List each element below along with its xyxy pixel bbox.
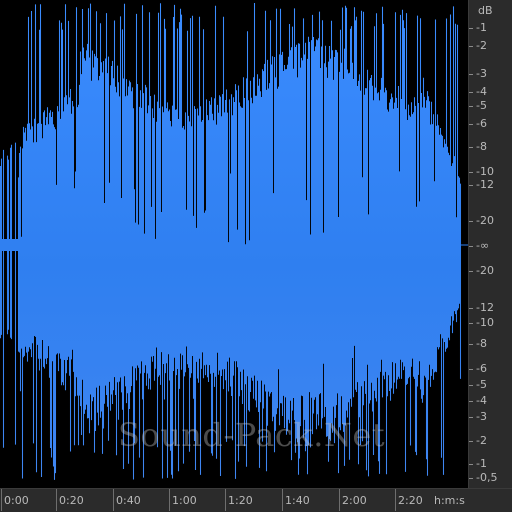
db-label: -8 (476, 140, 487, 153)
time-tick (113, 489, 114, 511)
db-tick (469, 92, 473, 93)
db-label: -4 (476, 394, 487, 407)
db-tick (469, 478, 473, 479)
time-unit-label: h:m:s (434, 494, 465, 507)
db-label: -12 (476, 178, 494, 191)
db-tick (469, 369, 473, 370)
db-tick (469, 401, 473, 402)
db-tick (469, 441, 473, 442)
time-label: 2:00 (342, 494, 367, 507)
db-tick (469, 464, 473, 465)
db-tick (469, 344, 473, 345)
db-tick (469, 323, 473, 324)
db-ruler: dB -1 -2 -3 -4 -5 -6 -8 -10 -12 -20 -∞ -20 -12 -10 -8-… (468, 0, 512, 488)
db-label: -5 (476, 378, 487, 391)
db-label: -1 (476, 457, 487, 470)
db-tick (469, 74, 473, 75)
audio-editor-view: dB -1 -2 -3 -4 -5 -6 -8 -10 -12 -20 -∞ -20 -12 -10 -8-… (0, 0, 512, 512)
db-tick (469, 246, 473, 247)
time-label: 1:20 (228, 494, 253, 507)
time-label: 2:20 (398, 494, 423, 507)
db-tick (469, 417, 473, 418)
time-tick (169, 489, 170, 511)
db-label: -12 (476, 301, 494, 314)
db-tick (469, 308, 473, 309)
db-tick (469, 46, 473, 47)
time-label: 0:00 (4, 494, 29, 507)
db-unit-label: dB (478, 4, 493, 17)
db-tick (469, 28, 473, 29)
db-tick (469, 124, 473, 125)
db-label: -4 (476, 85, 487, 98)
db-label: -10 (476, 165, 494, 178)
time-label: 1:00 (172, 494, 197, 507)
db-label: -2 (476, 39, 487, 52)
db-label: -20 (476, 214, 494, 227)
time-label: 1:40 (285, 494, 310, 507)
time-label: 0:40 (116, 494, 141, 507)
db-label: -∞ (476, 239, 490, 252)
db-label: -0,5 (476, 471, 498, 484)
db-tick (469, 147, 473, 148)
time-label: 0:20 (59, 494, 84, 507)
db-label: -6 (476, 117, 487, 130)
db-label: -2 (476, 434, 487, 447)
time-tick (395, 489, 396, 511)
time-ruler[interactable]: h:m:s 0:00 0:20 0:40 1:00 1:20 1:40 2:00 2:20 (0, 488, 512, 512)
db-tick (469, 185, 473, 186)
db-label: -5 (476, 99, 487, 112)
waveform-display[interactable] (0, 0, 468, 488)
db-label: -10 (476, 316, 494, 329)
db-label: -3 (476, 410, 487, 423)
db-label: -1 (476, 21, 487, 34)
db-tick (469, 106, 473, 107)
db-label: -6 (476, 362, 487, 375)
db-tick (469, 172, 473, 173)
db-tick (469, 271, 473, 272)
db-label: -20 (476, 264, 494, 277)
db-tick (469, 385, 473, 386)
db-tick (469, 221, 473, 222)
time-tick (339, 489, 340, 511)
time-tick (56, 489, 57, 511)
time-tick (225, 489, 226, 511)
time-tick (1, 489, 2, 511)
time-tick (282, 489, 283, 511)
db-label: -3 (476, 67, 487, 80)
waveform-graphic[interactable] (0, 0, 468, 488)
db-label: -8 (476, 337, 487, 350)
